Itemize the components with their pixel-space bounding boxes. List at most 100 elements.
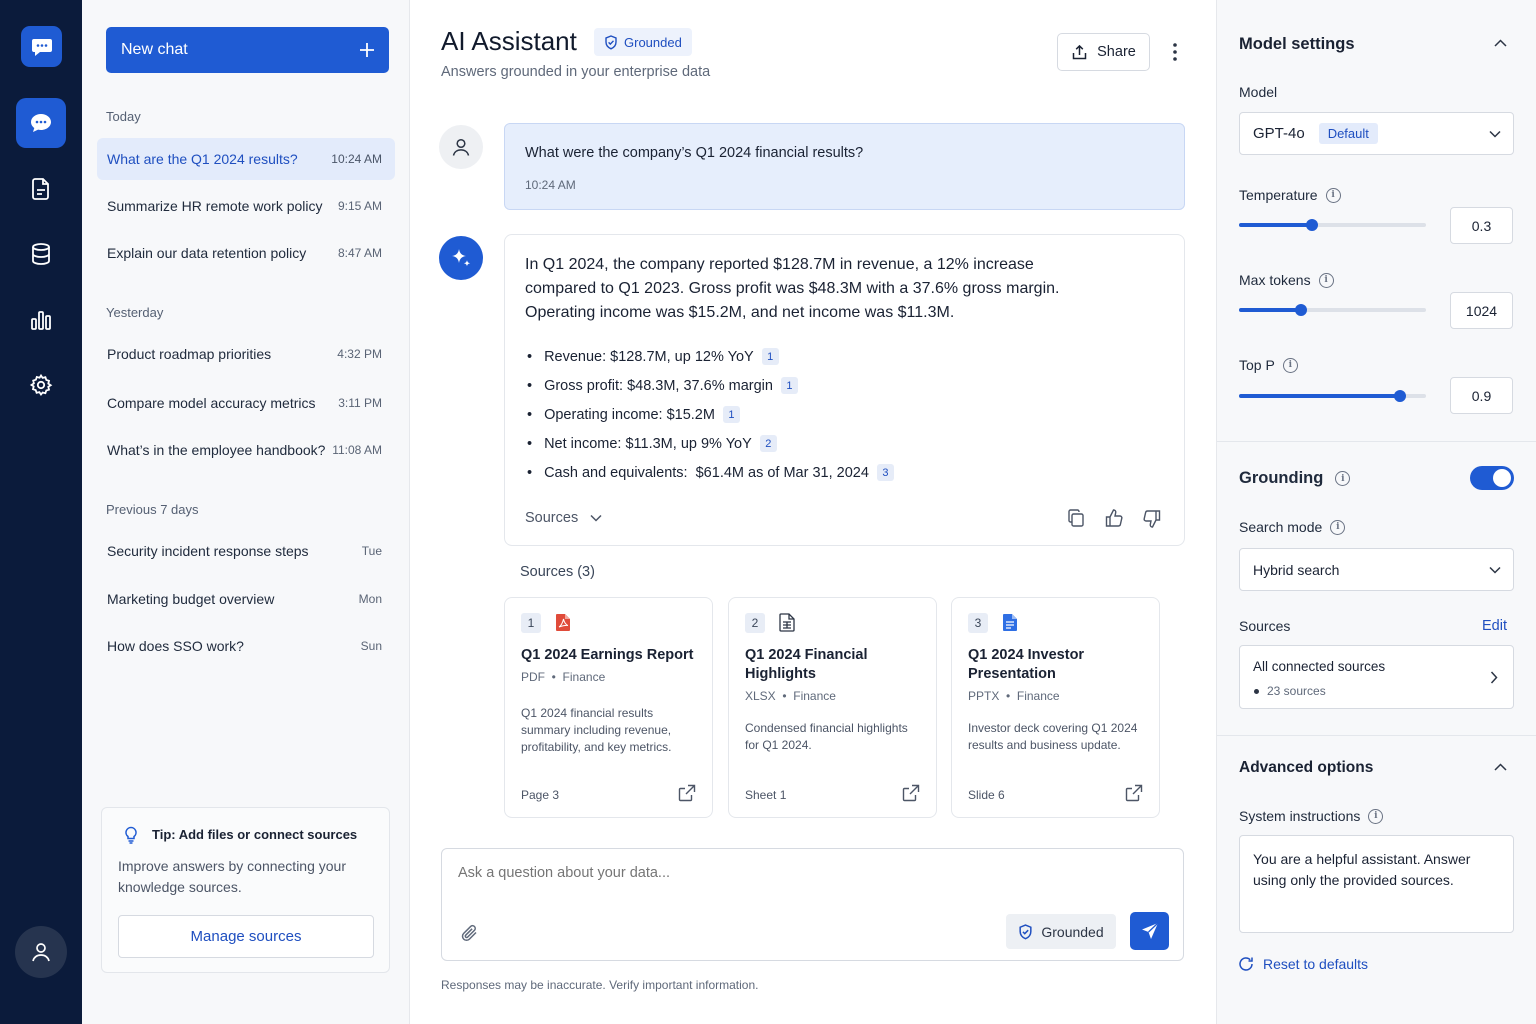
assistant-paragraph: In Q1 2024, the company reported $128.7M… — [525, 256, 1060, 321]
system-instructions-textarea[interactable]: You are a helpful assistant. Answer usin… — [1239, 835, 1514, 933]
search-mode-select[interactable]: Hybrid search — [1239, 548, 1514, 591]
source-number: 2 — [745, 613, 765, 633]
chevron-up-icon[interactable] — [1494, 39, 1507, 47]
send-button[interactable] — [1130, 912, 1169, 950]
history-item[interactable]: How does SSO work? Sun — [97, 625, 395, 667]
sources-edit-link[interactable]: Edit — [1482, 618, 1507, 634]
grounded-chip-label: Grounded — [1041, 923, 1104, 940]
max-tokens-value[interactable]: 1024 — [1450, 292, 1513, 329]
manage-sources-button[interactable]: Manage sources — [118, 915, 374, 958]
info-icon[interactable]: i — [1330, 519, 1346, 535]
history-item-title: Security incident response steps — [107, 543, 309, 559]
database-icon — [30, 242, 52, 266]
model-default-badge: Default — [1318, 123, 1378, 144]
history-item[interactable]: What’s in the employee handbook? 11:08 AM — [97, 429, 395, 471]
info-icon[interactable]: i — [1282, 357, 1298, 373]
grounded-toggle-chip[interactable]: Grounded — [1006, 914, 1116, 949]
slider-knob[interactable] — [1393, 390, 1406, 402]
citation-badge[interactable]: 1 — [780, 377, 798, 394]
tip-card: Tip: Add files or connect sources Improv… — [101, 807, 390, 973]
nav-documents[interactable] — [16, 164, 66, 214]
chevron-down-icon — [1489, 130, 1501, 138]
nav-data[interactable] — [16, 229, 66, 279]
chat-history-sidebar: New chat Today What are the Q1 2024 resu… — [82, 0, 410, 1024]
max-tokens-slider[interactable] — [1239, 304, 1426, 316]
paperclip-icon[interactable] — [461, 923, 479, 943]
sources-toggle[interactable]: Sources — [525, 510, 602, 526]
model-value: GPT-4o — [1253, 125, 1305, 142]
external-link-icon[interactable] — [1125, 784, 1143, 802]
history-item-title: Explain our data retention policy — [107, 245, 307, 261]
citation-badge[interactable]: 1 — [722, 406, 740, 423]
tip-title: Tip: Add files or connect sources — [152, 827, 358, 842]
settings-title: Model settings — [1239, 35, 1355, 53]
history-item[interactable]: Summarize HR remote work policy 9:15 AM — [97, 185, 395, 227]
top-p-slider[interactable] — [1239, 390, 1426, 402]
thumbs-up-icon[interactable] — [1104, 508, 1124, 528]
history-item-time: 4:32 PM — [337, 347, 382, 361]
more-options-button[interactable] — [1168, 40, 1182, 64]
source-title: Q1 2024 Earnings Report — [521, 647, 694, 663]
history-item-time: Mon — [358, 592, 382, 606]
history-item[interactable]: Security incident response steps Tue — [97, 530, 395, 572]
info-icon[interactable]: i — [1368, 808, 1384, 824]
temperature-value[interactable]: 0.3 — [1450, 207, 1513, 244]
slider-knob[interactable] — [1294, 304, 1307, 316]
source-title: Q1 2024 Investor Presentation — [968, 647, 1085, 682]
composer: Grounded — [441, 848, 1184, 961]
grounding-toggle[interactable] — [1470, 466, 1514, 490]
history-item-time: Sun — [360, 639, 382, 653]
history-item-title: What are the Q1 2024 results? — [107, 151, 298, 167]
chevron-down-icon — [590, 514, 602, 522]
chat-input[interactable] — [458, 861, 1158, 885]
group-label-today: Today — [106, 109, 141, 124]
new-chat-button[interactable]: New chat — [106, 27, 389, 73]
external-link-icon[interactable] — [678, 784, 696, 802]
top-p-label-text: Top P — [1239, 357, 1275, 373]
history-item[interactable]: Marketing budget overview Mon — [97, 578, 395, 620]
thumbs-down-icon[interactable] — [1142, 509, 1162, 529]
sources-count: 23 sources — [1254, 684, 1326, 698]
history-item-title: How does SSO work? — [107, 638, 244, 654]
top-p-value[interactable]: 0.9 — [1450, 377, 1513, 414]
nav-analytics[interactable] — [16, 295, 66, 345]
source-card[interactable]: 3 Q1 2024 Investor Presentation PPTX • F… — [951, 597, 1160, 818]
spreadsheet-icon — [779, 613, 795, 632]
history-item[interactable]: Product roadmap priorities 4:32 PM — [97, 333, 395, 375]
app-logo — [21, 26, 62, 67]
share-button[interactable]: Share — [1057, 33, 1150, 71]
chevron-up-icon[interactable] — [1494, 763, 1507, 771]
citation-badge[interactable]: 1 — [761, 348, 779, 365]
advanced-options-heading: Advanced options — [1239, 759, 1374, 776]
document-icon — [30, 177, 52, 201]
sources-selector[interactable]: All connected sources 23 sources — [1239, 645, 1514, 709]
copy-icon[interactable] — [1067, 509, 1085, 528]
history-item[interactable]: Explain our data retention policy 8:47 AM — [97, 232, 395, 274]
nav-settings[interactable] — [16, 360, 66, 410]
user-avatar[interactable] — [15, 926, 67, 978]
info-icon[interactable]: i — [1318, 272, 1334, 288]
citation-badge[interactable]: 3 — [876, 464, 894, 481]
source-card[interactable]: 2 Q1 2024 Financial Highlights XLSX • Fi… — [728, 597, 937, 818]
group-label-previous: Previous 7 days — [106, 502, 199, 517]
source-card[interactable]: 1 Q1 2024 Earnings Report PDF • Finance … — [504, 597, 713, 818]
gear-icon — [29, 373, 53, 397]
sources-selector-value: All connected sources — [1253, 659, 1386, 674]
bullet-item: • Gross profit: $48.3M, 37.6% margin 1 — [527, 371, 894, 400]
chat-icon — [29, 112, 53, 134]
info-icon[interactable]: i — [1335, 471, 1351, 486]
page-title: AI Assistant — [441, 26, 577, 56]
bullet-item: • Revenue: $128.7M, up 12% YoY 1 — [527, 342, 894, 371]
temperature-slider[interactable] — [1239, 219, 1426, 231]
external-link-icon[interactable] — [902, 784, 920, 802]
history-item[interactable]: Compare model accuracy metrics 3:11 PM — [97, 382, 395, 424]
model-select[interactable]: GPT-4o Default — [1239, 112, 1514, 155]
slider-knob[interactable] — [1305, 219, 1318, 231]
reset-defaults-link[interactable]: Reset to defaults — [1238, 956, 1368, 972]
citation-badge[interactable]: 2 — [759, 435, 777, 452]
info-icon[interactable]: i — [1325, 187, 1341, 203]
nav-chat[interactable] — [16, 98, 66, 148]
history-item[interactable]: What are the Q1 2024 results? 10:24 AM — [97, 138, 395, 180]
user-icon — [30, 941, 52, 963]
source-type: PPTX — [968, 689, 1000, 703]
